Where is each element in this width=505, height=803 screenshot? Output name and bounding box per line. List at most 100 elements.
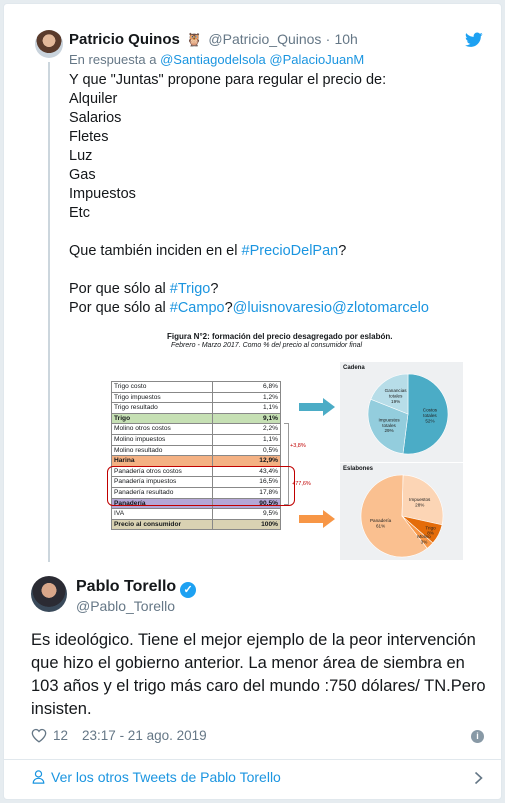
highlight-box: [107, 466, 295, 506]
pie-slice-value: 52%: [425, 418, 434, 423]
author-name-row: Pablo Torello ✓: [76, 578, 197, 598]
text-line: Por que sólo al #Campo?@luisnovaresio@zl…: [69, 299, 489, 318]
text-line: Que también inciden en el #PrecioDelPan?: [69, 242, 489, 261]
row-value: 9,5%: [212, 508, 281, 520]
price-row: Molino impuestos 1,1%: [111, 433, 281, 446]
pie-slice-value: 61%: [376, 523, 385, 528]
pie-slice-value: 29%: [384, 428, 393, 433]
hashtag-link[interactable]: #Trigo: [170, 281, 211, 297]
mention-links[interactable]: @luisnovaresio@zlotomarcelo: [233, 300, 429, 316]
eslabones-pie-chart: Panadería61%Impuestos28%Trigo8%Molino3%: [360, 474, 444, 558]
row-value: 1,1%: [212, 402, 281, 414]
row-value: 2,2%: [212, 423, 281, 435]
price-table: Trigo costo 6,8% Trigo impuestos 1,2% Trigo …: [111, 381, 281, 531]
more-tweets-link[interactable]: Ver los otros Tweets de Pablo Torello: [32, 769, 281, 785]
text-fragment: Por que sólo al: [69, 281, 166, 297]
text-line: Luz: [69, 148, 93, 164]
pie-slice-label: Impuestos: [378, 417, 400, 422]
cadena-panel: Cadena Costos totales 52% Impuestos totales 2…: [340, 362, 463, 462]
pie-slice-label: Trigo: [425, 525, 436, 530]
price-row: Trigo resultado 1,1%: [111, 402, 281, 414]
row-label: Precio al consumidor: [111, 518, 213, 531]
hashtag-link[interactable]: #Campo: [170, 300, 225, 316]
author-handle[interactable]: @Pablo_Torello: [76, 598, 175, 614]
annotation: +3,8%: [290, 443, 306, 449]
more-tweets-label: Ver los otros Tweets de Pablo Torello: [51, 769, 281, 785]
row-value: 100%: [212, 518, 281, 531]
pie-slice-label: totales: [389, 393, 403, 398]
row-label: Molino resultado: [111, 444, 213, 457]
text-fragment: ?: [338, 243, 347, 259]
row-value: 9,1%: [212, 412, 281, 425]
row-value: 12,9%: [212, 455, 281, 467]
chevron-right-icon[interactable]: [474, 771, 483, 785]
reply-context: En respuesta a @Santiagodelsola @Palacio…: [69, 52, 364, 67]
arrow-right-icon: [299, 398, 335, 416]
reply-to-mentions[interactable]: @Santiagodelsola @PalacioJuanM: [160, 52, 364, 67]
figure-title: Figura N°2: formación del precio desagre…: [167, 332, 393, 341]
author-avatar[interactable]: [31, 576, 67, 612]
like-count[interactable]: 12: [53, 728, 68, 743]
tweet-card: Patricio Quinos 🦉 @Patricio_Quinos · 10h…: [3, 3, 502, 800]
text-line: Y que "Juntas" propone para regular el p…: [69, 72, 387, 88]
annotation: +77,6%: [292, 481, 311, 487]
thread-line: [48, 62, 50, 562]
row-label: Trigo impuestos: [111, 391, 213, 404]
price-row: Molino otros costos 2,2%: [111, 423, 281, 435]
pie-slice-value: 19%: [391, 399, 400, 404]
price-row: Trigo 9,1%: [111, 412, 281, 425]
text-line: Etc: [69, 205, 90, 221]
pie-slice-label: Ganancias: [385, 388, 408, 393]
pie-slice-label: totales: [423, 413, 437, 418]
twitter-bird-icon[interactable]: [465, 32, 483, 48]
text-fragment: ?: [210, 281, 219, 297]
quoted-avatar[interactable]: [35, 30, 63, 58]
quoted-header: Patricio Quinos 🦉 @Patricio_Quinos · 10h: [69, 31, 358, 48]
quoted-time[interactable]: 10h: [334, 31, 357, 47]
text-line: Impuestos: [69, 186, 136, 202]
figure-subtitle: Febrero - Marzo 2017. Como % del precio …: [171, 342, 363, 349]
pie-slice-label: Impuestos: [409, 497, 431, 502]
eslabones-panel: Eslabones Panadería 61% Impuestos 28% Trigo 8…: [340, 463, 463, 560]
pie-slice-value: 28%: [415, 502, 424, 507]
price-row: Trigo impuestos 1,2%: [111, 391, 281, 404]
author-name[interactable]: Pablo Torello: [76, 578, 176, 595]
text-line: Alquiler: [69, 91, 118, 107]
row-value: 0,5%: [212, 444, 281, 457]
quoted-separator: ·: [325, 31, 331, 47]
text-fragment: Por que sólo al: [69, 300, 166, 316]
row-label: Molino impuestos: [111, 433, 213, 446]
text-fragment: ?: [224, 300, 233, 316]
panel-label: Cadena: [343, 365, 365, 371]
quoted-author-handle[interactable]: @Patricio_Quinos: [208, 31, 321, 47]
more-tweets-footer[interactable]: Ver los otros Tweets de Pablo Torello: [4, 760, 501, 799]
heart-icon[interactable]: [31, 728, 47, 743]
info-icon[interactable]: i: [471, 730, 484, 743]
row-label: Trigo costo: [111, 381, 213, 393]
price-row: Precio al consumidor 100%: [111, 518, 281, 531]
panel-label: Eslabones: [343, 466, 374, 472]
tweet-meta: 12 23:17 - 21 ago. 2019: [31, 728, 207, 743]
reply-prefix: En respuesta a: [69, 52, 157, 67]
timestamp[interactable]: 23:17 - 21 ago. 2019: [82, 728, 207, 743]
text-line: Por que sólo al #Trigo?: [69, 280, 489, 299]
row-label: IVA: [111, 508, 213, 520]
pie-slice-label: Panadería: [370, 518, 392, 523]
verified-icon: ✓: [180, 582, 197, 598]
hashtag-link[interactable]: #PrecioDelPan: [242, 243, 339, 259]
attached-image[interactable]: Figura N°2: formación del precio desagre…: [107, 330, 467, 560]
arrow-right-icon: [299, 510, 335, 528]
text-line: Salarios: [69, 110, 122, 126]
pie-slice-label: totales: [382, 423, 396, 428]
row-label: Trigo resultado: [111, 402, 213, 414]
quoted-author-name[interactable]: Patricio Quinos: [69, 31, 180, 48]
row-value: 6,8%: [212, 381, 281, 393]
price-row: IVA 9,5%: [111, 508, 281, 520]
quoted-text: Y que "Juntas" propone para regular el p…: [69, 71, 489, 318]
tweet-text: Es ideológico. Tiene el mejor ejemplo de…: [31, 631, 486, 718]
price-row: Trigo costo 6,8%: [111, 381, 281, 393]
text-line: Fletes: [69, 129, 109, 145]
text-line: Gas: [69, 167, 96, 183]
